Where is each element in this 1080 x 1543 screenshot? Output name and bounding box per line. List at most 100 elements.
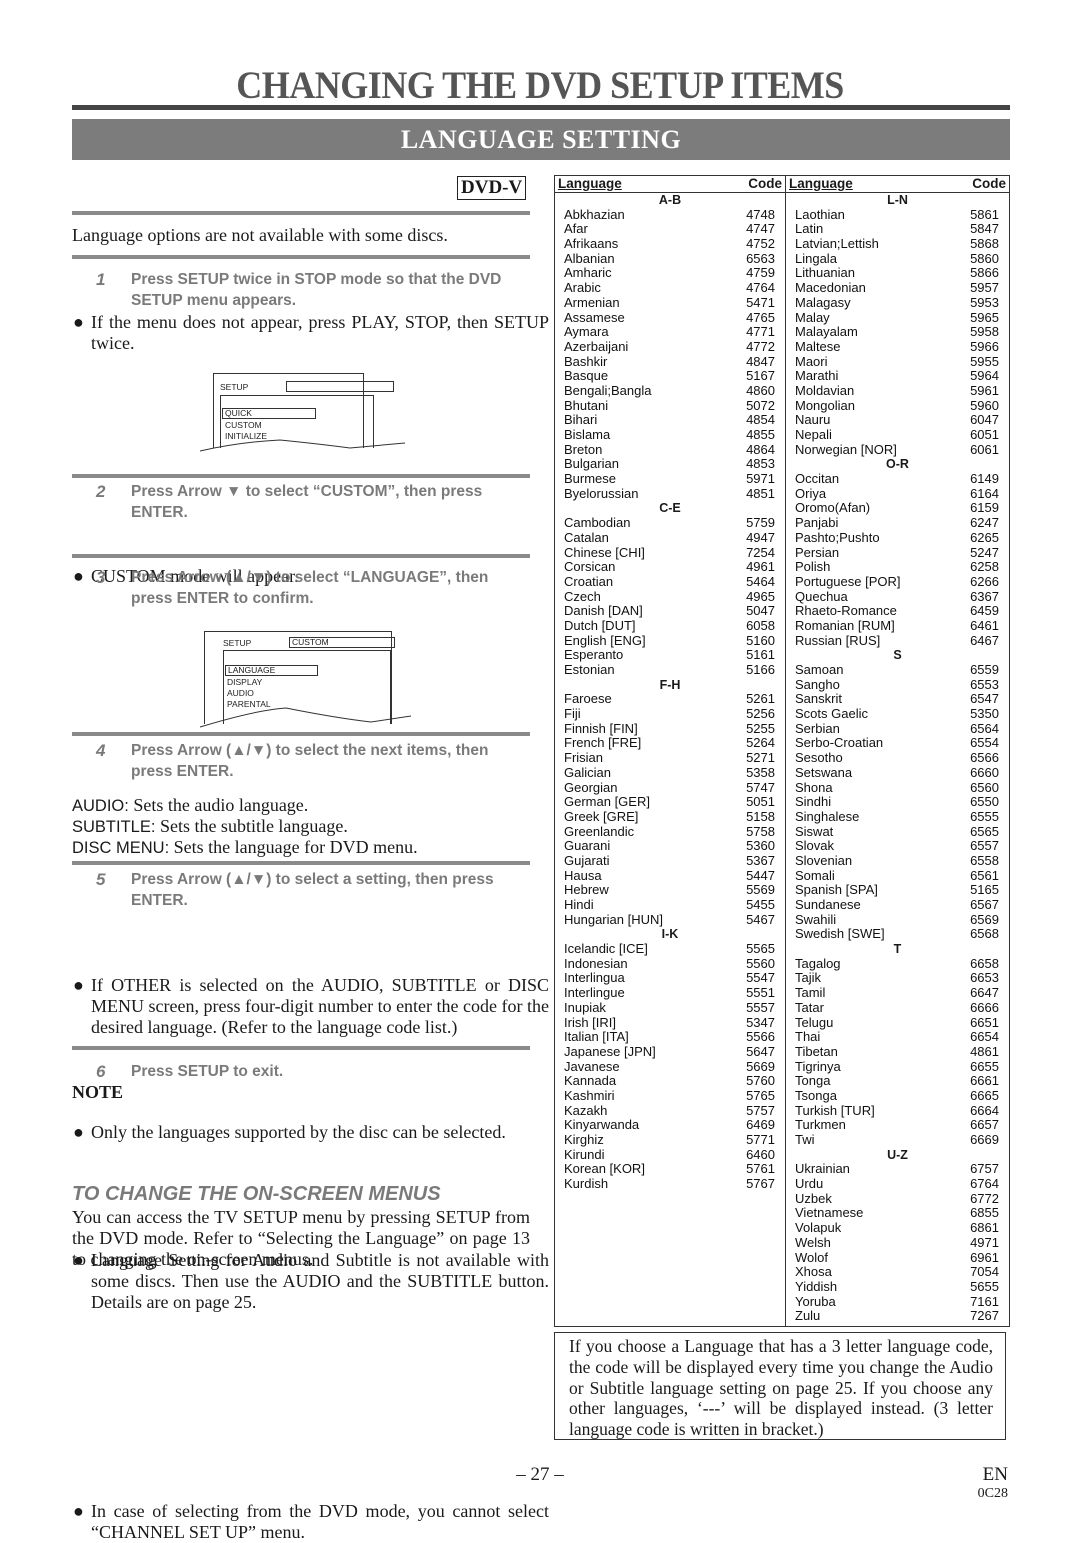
language-code: 5971 [746, 471, 775, 487]
language-code: 5965 [970, 309, 999, 325]
language-code: 6557 [970, 838, 999, 854]
language-name: Volapuk [795, 1220, 842, 1236]
language-name: Kazakh [564, 1102, 608, 1118]
language-code: 6559 [970, 662, 999, 677]
language-name: Portuguese [POR] [795, 573, 901, 589]
language-name: Moldavian [795, 382, 855, 398]
step-text: Press SETUP to exit. [131, 1063, 284, 1080]
table-row: Finnish [FIN] 5255 [555, 720, 785, 737]
language-name: Maori [795, 353, 828, 369]
language-name: Sesotho [795, 750, 843, 766]
language-name: Slovak [795, 838, 835, 854]
table-row: Sindhi 6550 [786, 794, 1009, 810]
table-row: French [FRE] 5264 [555, 736, 785, 751]
table-row: Kashmiri 5765 [555, 1088, 785, 1104]
table-row: Turkish [TUR] 6664 [786, 1103, 1009, 1119]
table-row: Tamil 6647 [786, 985, 1009, 1001]
language-code: 6855 [970, 1205, 999, 1221]
language-code: 5464 [746, 573, 775, 589]
language-name: Arabic [564, 280, 601, 296]
language-name: Faroese [564, 691, 612, 707]
language-name: Azerbaijani [564, 338, 629, 354]
language-code: 5471 [746, 294, 775, 310]
language-name: Swahili [795, 911, 837, 927]
language-name: Scots Gaelic [795, 706, 868, 722]
language-name: Abkhazian [564, 206, 625, 222]
language-code: 5557 [746, 999, 775, 1015]
table-row: Panjabi 6247 [786, 515, 1009, 531]
language-code: 6560 [970, 779, 999, 795]
language-name: Bengali;Bangla [564, 382, 652, 398]
table-row: Interlingue 5551 [555, 985, 785, 1001]
table-row: Indonesian 5560 [555, 956, 785, 972]
language-name: Finnish [FIN] [564, 720, 638, 736]
language-code: 5167 [746, 368, 775, 384]
language-name: Interlingue [564, 985, 625, 1001]
bullet-icon: ● [73, 1122, 84, 1142]
step-number: 4 [96, 741, 106, 760]
custom-menu-screen: SETUP CUSTOM LANGUAGE DISPLAY AUDIO PARE… [196, 628, 412, 728]
language-code: 5953 [970, 294, 999, 310]
page-title: CHANGING THE DVD SETUP ITEMS [236, 63, 844, 107]
table-row: Zulu 7267 [786, 1309, 1009, 1324]
language-name: Samoan [795, 662, 844, 677]
language-code-table: Language Code A-B Abkhazian 4748 Afar 4747 Af… [554, 175, 1010, 1327]
definition-term: AUDIO: [72, 797, 129, 815]
table-row: Sangho 6553 [786, 677, 1009, 693]
table-row: Xhosa 7054 [786, 1264, 1009, 1280]
table-row: Oromo(Afan) 6159 [786, 501, 1009, 516]
table-row: Nepali 6051 [786, 427, 1009, 443]
table-row: Hausa 5447 [555, 868, 785, 884]
language-name: Burmese [564, 471, 617, 487]
language-name: Welsh [795, 1234, 831, 1250]
language-code: 5767 [746, 1176, 775, 1192]
divider [72, 554, 530, 558]
language-code: 5955 [970, 353, 999, 369]
table-row: Laothian 5861 [786, 207, 1009, 223]
table-row: Twi 6669 [786, 1132, 1009, 1148]
table-row: Norwegian [NOR] 6061 [786, 442, 1009, 458]
table-row: Latvian;Lettish 5868 [786, 236, 1009, 252]
language-name: Bislama [564, 427, 611, 442]
language-code: 5047 [746, 603, 775, 619]
language-code: 5360 [746, 838, 775, 854]
group-header: S [893, 648, 902, 663]
model-code-label: 0C28 [977, 1486, 1008, 1501]
language-name: Albanian [564, 250, 615, 266]
step-6: 6 Press SETUP to exit. [72, 1062, 530, 1083]
table-row: Catalan 4947 [555, 530, 785, 546]
table-row: Spanish [SPA] 5165 [786, 883, 1009, 898]
table-row: Hindi 5455 [555, 897, 785, 913]
definition-desc: Sets the subtitle language. [159, 816, 348, 836]
group-header: U-Z [887, 1147, 908, 1162]
language-name: Telugu [795, 1014, 834, 1030]
info-box: If you choose a Language that has a 3 le… [554, 1332, 1006, 1440]
table-row: Yiddish 5655 [786, 1279, 1009, 1295]
table-row: Esperanto 5161 [555, 648, 785, 663]
bullet-text: If the menu does not appear, press PLAY,… [91, 312, 549, 353]
language-name: Urdu [795, 1176, 824, 1192]
table-row: Portuguese [POR] 6266 [786, 573, 1009, 590]
language-code: 5771 [746, 1132, 775, 1147]
language-name: Bhutani [564, 397, 609, 413]
table-row: Byelorussian 4851 [555, 486, 785, 502]
language-name: Korean [KOR] [564, 1161, 645, 1177]
language-name: Kinyarwanda [564, 1117, 640, 1133]
language-code: 5161 [746, 647, 775, 663]
divider [72, 474, 530, 478]
language-name: Turkmen [795, 1117, 846, 1133]
language-code: 4771 [746, 324, 775, 340]
language-name: Kirghiz [564, 1132, 604, 1147]
table-row: Fiji 5256 [555, 706, 785, 722]
language-code: 6651 [970, 1014, 999, 1030]
language-name: Singhalese [795, 808, 860, 824]
language-code: 6467 [970, 632, 999, 648]
table-row: Basque 5167 [555, 369, 785, 384]
group-header: I-K [661, 927, 679, 942]
group-header: F-H [659, 677, 681, 692]
header-language: Language [789, 176, 853, 191]
table-row: Frisian 5271 [555, 750, 785, 766]
language-name: Gujarati [564, 852, 610, 868]
language-code: 6051 [970, 427, 999, 442]
language-code: 6647 [970, 985, 999, 1001]
